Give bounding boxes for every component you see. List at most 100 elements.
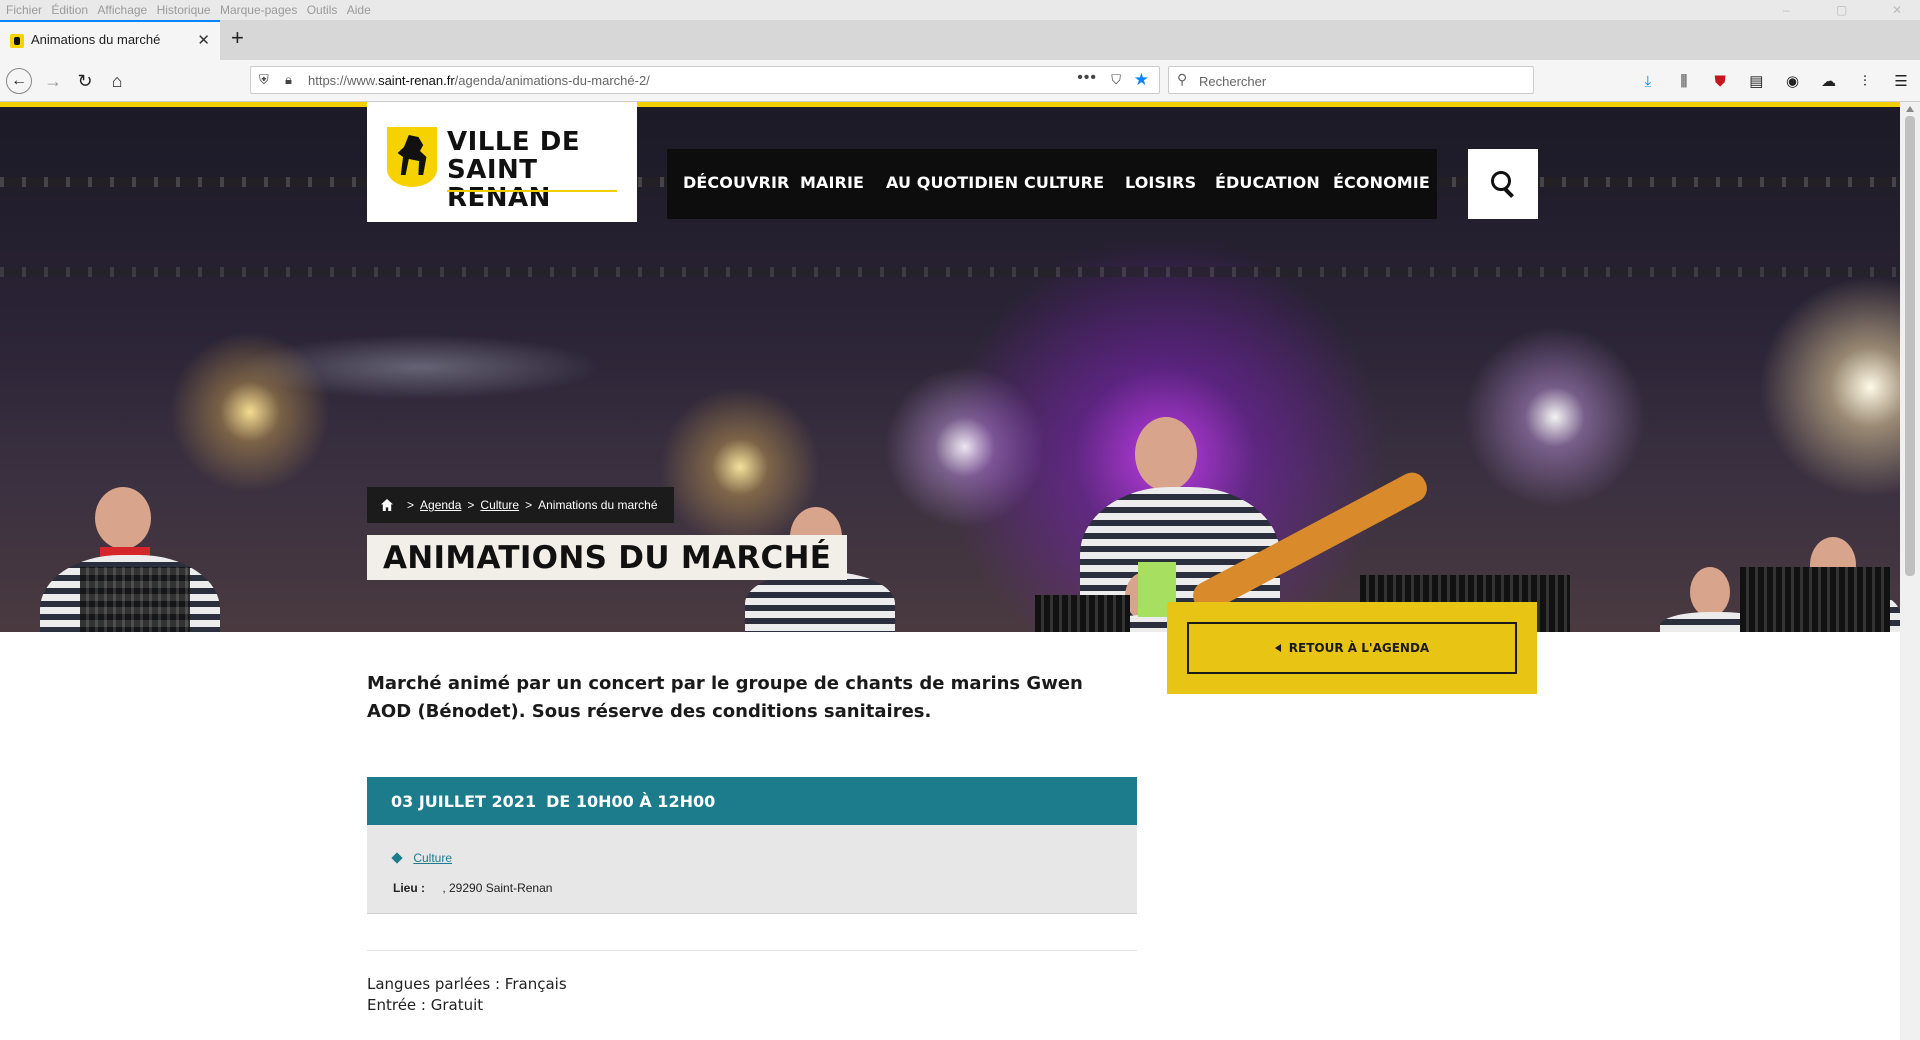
- breadcrumb-agenda[interactable]: Agenda: [420, 498, 461, 512]
- performer-head: [1690, 567, 1730, 617]
- accordion: [80, 567, 190, 632]
- site-logo[interactable]: VILLE DE SAINT RENAN: [367, 102, 637, 222]
- category-link[interactable]: Culture: [413, 851, 452, 865]
- menu-fichier[interactable]: Fichier: [6, 0, 42, 20]
- close-window-icon[interactable]: ✕: [1874, 0, 1920, 20]
- library-icon[interactable]: ⫼: [1675, 73, 1693, 90]
- download-icon[interactable]: ⤓: [1639, 73, 1657, 90]
- menu-outils[interactable]: Outils: [307, 0, 338, 20]
- maximize-icon[interactable]: ▢: [1819, 0, 1865, 20]
- search-icon-handle: [1504, 188, 1514, 198]
- performer: [745, 572, 895, 632]
- tracking-shield-icon[interactable]: ⛨: [259, 72, 269, 88]
- nav-loisirs[interactable]: LOISIRS: [1125, 173, 1196, 192]
- site-search-button[interactable]: [1468, 149, 1538, 219]
- navigation-toolbar: ← → ↻ ⌂ ⛨ 🔒︎ https://www.saint-renan.fr/…: [0, 60, 1920, 102]
- minimize-icon[interactable]: –: [1763, 0, 1809, 20]
- breadcrumb-culture[interactable]: Culture: [480, 498, 519, 512]
- logo-underline: [447, 190, 617, 192]
- event-category: Culture: [391, 851, 452, 865]
- breadcrumb-separator: >: [467, 498, 475, 512]
- menu-edition[interactable]: Édition: [51, 0, 88, 20]
- breadcrumb-current: Animations du marché: [538, 498, 658, 512]
- menu-historique[interactable]: Historique: [157, 0, 211, 20]
- url-bar[interactable]: ⛨ 🔒︎ https://www.saint-renan.fr/agenda/a…: [250, 66, 1160, 94]
- langues-parlees: Langues parlées : Français: [367, 975, 567, 993]
- nav-mairie[interactable]: MAIRIE: [800, 173, 864, 192]
- performer-head: [1135, 417, 1197, 491]
- nav-decouvrir[interactable]: DÉCOUVRIR: [683, 173, 789, 192]
- retour-label: RETOUR À L'AGENDA: [1288, 641, 1430, 655]
- lieu-label: Lieu :: [393, 881, 425, 895]
- performer-head: [95, 487, 151, 549]
- lock-icon[interactable]: 🔒︎: [285, 72, 292, 88]
- nav-au-quotidien[interactable]: AU QUOTIDIEN: [886, 173, 1018, 192]
- menu-icon[interactable]: ☰: [1892, 72, 1910, 90]
- nav-education[interactable]: ÉDUCATION: [1215, 173, 1320, 192]
- reload-icon[interactable]: ↻: [72, 68, 98, 94]
- bookmark-star-icon[interactable]: ★: [1134, 70, 1149, 90]
- arrow-left-icon: [1274, 644, 1281, 652]
- page-viewport: VILLE DE SAINT RENAN DÉCOUVRIR MAIRIE AU…: [0, 102, 1900, 1040]
- extension-icon-2[interactable]: ☁: [1820, 72, 1838, 90]
- home-icon[interactable]: ⌂: [104, 68, 130, 94]
- event-time: DE 10H00 À 12H00: [546, 791, 716, 811]
- scrollbar-thumb[interactable]: [1905, 116, 1915, 576]
- entree: Entrée : Gratuit: [367, 996, 484, 1014]
- event-date-bar: 03 JUILLET 2021 DE 10H00 À 12H00: [367, 777, 1137, 825]
- tab-title: Animations du marché: [31, 32, 161, 47]
- main-nav: DÉCOUVRIR MAIRIE AU QUOTIDIEN CULTURE LO…: [667, 149, 1437, 219]
- search-icon: [1491, 171, 1511, 191]
- search-icon: ⚲: [1177, 71, 1188, 87]
- logo-line1: VILLE DE: [447, 127, 581, 157]
- event-location: Lieu : , 29290 Saint-Renan: [393, 881, 552, 895]
- horse-icon: [397, 135, 427, 175]
- lieu-value: , 29290 Saint-Renan: [442, 881, 553, 895]
- event-date: 03 JUILLET 2021: [391, 791, 537, 811]
- window-controls: – ▢ ✕: [1757, 0, 1920, 20]
- back-icon[interactable]: ←: [6, 68, 32, 94]
- page-actions-icon[interactable]: •••: [1077, 69, 1097, 87]
- new-tab-button[interactable]: +: [231, 25, 244, 51]
- ublock-icon[interactable]: ⛊: [1711, 73, 1729, 90]
- music-stand: [1035, 595, 1130, 632]
- scroll-up-icon[interactable]: [1906, 106, 1914, 112]
- tab-strip: Animations du marché ✕ +: [0, 20, 1920, 60]
- favicon-icon: [10, 34, 24, 48]
- logo-text: VILLE DE SAINT RENAN: [447, 128, 637, 212]
- menu-bar: Fichier Édition Affichage Historique Mar…: [0, 0, 1920, 20]
- extension-icon[interactable]: ◉: [1783, 72, 1801, 90]
- retour-panel: RETOUR À L'AGENDA: [1167, 602, 1537, 694]
- toolbar-icons: ⤓ ⫼ ⛊ ▤ ◉ ☁ ⫶ ☰: [1625, 72, 1910, 90]
- nav-economie[interactable]: ÉCONOMIE: [1333, 173, 1430, 192]
- tag-icon: [391, 852, 403, 864]
- forward-icon[interactable]: →: [40, 68, 66, 94]
- menu-affichage[interactable]: Affichage: [97, 0, 147, 20]
- breadcrumb-separator: >: [525, 498, 533, 512]
- event-info-box: Culture Lieu : , 29290 Saint-Renan: [367, 825, 1137, 914]
- tab-active[interactable]: Animations du marché ✕: [0, 20, 220, 60]
- close-tab-icon[interactable]: ✕: [197, 31, 210, 49]
- stage-truss-2: [0, 267, 1900, 277]
- browser-search-input[interactable]: ⚲ Rechercher: [1168, 66, 1534, 94]
- logo-shield-icon: [387, 127, 437, 187]
- retour-agenda-button[interactable]: RETOUR À L'AGENDA: [1187, 622, 1517, 674]
- menu-aide[interactable]: Aide: [347, 0, 371, 20]
- content-divider: [367, 950, 1137, 951]
- event-extra-info: Langues parlées : Français Entrée : Grat…: [367, 974, 567, 1016]
- page-title-box: ANIMATIONS DU MARCHÉ: [367, 535, 848, 580]
- reader-icon[interactable]: ▤: [1747, 72, 1765, 90]
- url-text[interactable]: https://www.saint-renan.fr/agenda/animat…: [308, 73, 650, 88]
- nav-culture[interactable]: CULTURE: [1024, 173, 1104, 192]
- home-icon[interactable]: [381, 499, 393, 511]
- menu-marque-pages[interactable]: Marque-pages: [220, 0, 297, 20]
- music-stand: [1740, 567, 1890, 632]
- search-placeholder: Rechercher: [1199, 74, 1267, 89]
- breadcrumb-separator: >: [407, 498, 415, 512]
- page-title: ANIMATIONS DU MARCHÉ: [383, 539, 832, 576]
- pocket-icon[interactable]: ⛉: [1111, 72, 1121, 88]
- event-description: Marché animé par un concert par le group…: [367, 673, 1083, 722]
- sync-icon[interactable]: ⫶: [1856, 73, 1874, 90]
- page-scrollbar[interactable]: [1900, 102, 1920, 1040]
- logo-line2: SAINT RENAN: [447, 155, 551, 213]
